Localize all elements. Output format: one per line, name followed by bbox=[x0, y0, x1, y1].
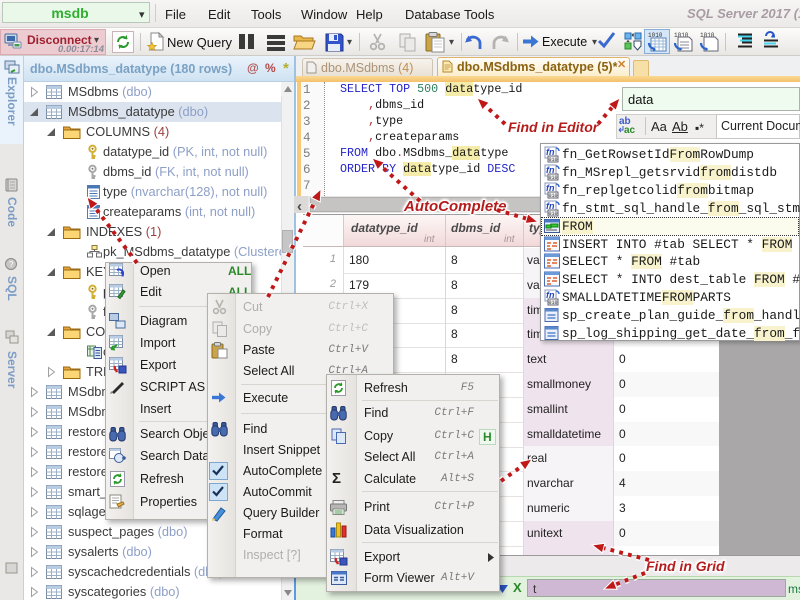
svg-text:010: 010 bbox=[549, 300, 558, 306]
svg-text:010: 010 bbox=[549, 175, 558, 181]
svg-text:010: 010 bbox=[549, 193, 558, 199]
svg-text:010: 010 bbox=[549, 157, 558, 163]
svg-text:?: ? bbox=[9, 260, 14, 269]
